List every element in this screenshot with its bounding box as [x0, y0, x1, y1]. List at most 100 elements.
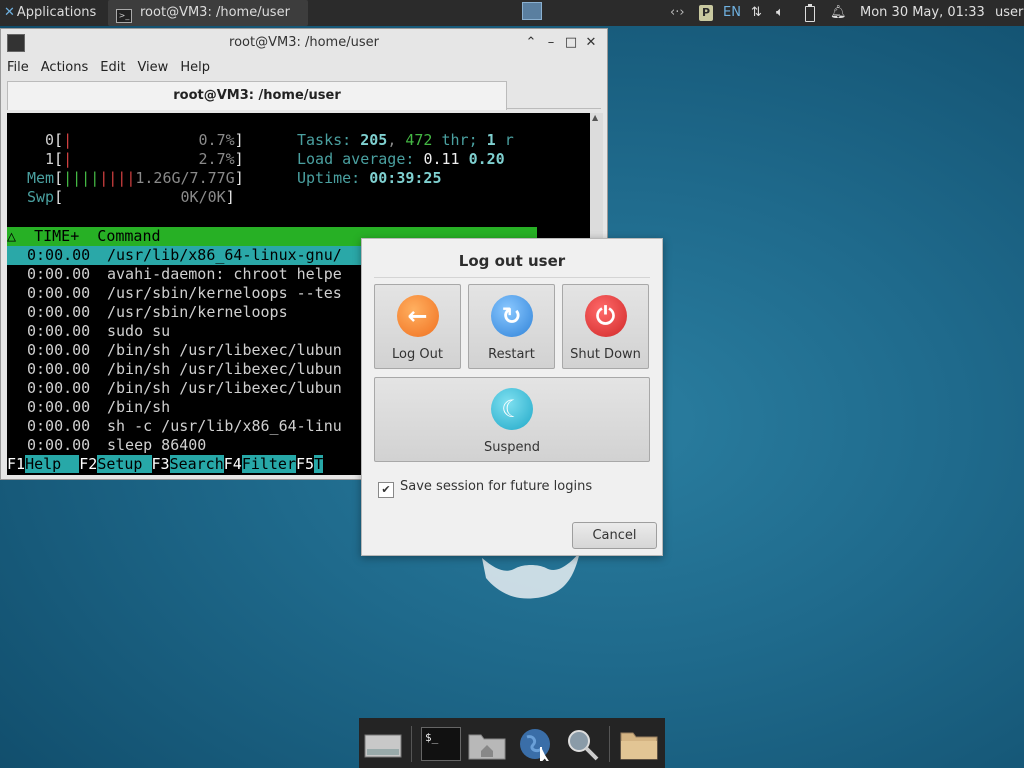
process-command: sudo su: [107, 322, 171, 340]
dock-separator: [609, 726, 610, 762]
fkey-f3[interactable]: F3: [152, 455, 170, 473]
applications-menu-label: Applications: [16, 5, 97, 20]
power-icon: ⏻: [584, 295, 627, 337]
taskbar-terminal-label: root@VM3: /home/user: [140, 5, 290, 20]
search-icon[interactable]: [563, 727, 603, 761]
terminal-launcher-icon[interactable]: $_: [421, 727, 461, 761]
process-time: 0:00.00: [27, 341, 91, 359]
menu-actions[interactable]: Actions: [35, 57, 95, 79]
menu-help[interactable]: Help: [174, 57, 216, 79]
process-command: avahi-daemon: chroot helpe: [107, 265, 342, 283]
fkey-f5[interactable]: F5: [296, 455, 314, 473]
process-command: /usr/sbin/kerneloops: [107, 303, 288, 321]
dialog-separator: [374, 277, 650, 278]
arrow-left-icon: ←: [396, 295, 439, 337]
logout-dialog: Log out user ← Log Out ↻ Restart ⏻ Shut …: [361, 238, 663, 556]
shutdown-button[interactable]: ⏻ Shut Down: [562, 284, 649, 369]
terminal-menubar: File Actions Edit View Help: [1, 57, 216, 79]
notification-bell-icon[interactable]: 🔔︎: [830, 0, 847, 26]
network-icon[interactable]: ⇅: [751, 0, 762, 26]
cancel-button[interactable]: Cancel: [572, 522, 657, 549]
restart-button-label: Restart: [488, 347, 535, 362]
bottom-dock: $_: [359, 718, 665, 768]
web-browser-icon[interactable]: [515, 727, 555, 761]
terminal-window-icon: [7, 34, 25, 52]
save-session-checkbox[interactable]: ✔: [378, 482, 394, 498]
cpu1-meter: 1[| 2.7%]: [45, 150, 244, 168]
terminal-icon: >_: [116, 9, 132, 23]
terminal-tab[interactable]: root@VM3: /home/user: [7, 81, 507, 110]
process-time: 0:00.00: [27, 284, 91, 302]
restart-button[interactable]: ↻ Restart: [468, 284, 555, 369]
process-command: /bin/sh /usr/libexec/lubun: [107, 379, 342, 397]
minimize-icon[interactable]: –: [541, 29, 561, 57]
process-header-label: △ TIME+ Command: [7, 227, 161, 245]
process-command: sleep 86400: [107, 436, 207, 454]
process-time: 0:00.00: [27, 303, 91, 321]
load-average-line: Load average: 0.11 0.20: [297, 150, 505, 168]
menu-file[interactable]: File: [1, 57, 35, 79]
menu-edit[interactable]: Edit: [94, 57, 131, 79]
network-arrows-icon[interactable]: ‹·›: [670, 0, 685, 26]
shade-icon[interactable]: ⌃: [521, 29, 541, 57]
close-icon[interactable]: ✕: [581, 29, 601, 57]
logout-button[interactable]: ← Log Out: [374, 284, 461, 369]
file-manager-icon[interactable]: [619, 727, 659, 761]
process-time: 0:00.00: [27, 246, 91, 264]
terminal-titlebar[interactable]: root@VM3: /home/user: [1, 29, 607, 57]
home-folder-icon[interactable]: [467, 727, 507, 761]
fkey-f1[interactable]: F1: [7, 455, 25, 473]
swap-meter: Swp[ 0K/0K]: [27, 188, 235, 206]
process-time: 0:00.00: [27, 398, 91, 416]
fkey-f4[interactable]: F4: [224, 455, 242, 473]
save-session-row[interactable]: ✔ Save session for future logins: [378, 477, 593, 498]
process-time: 0:00.00: [27, 379, 91, 397]
process-time: 0:00.00: [27, 417, 91, 435]
process-command: /usr/sbin/kerneloops --tes: [107, 284, 342, 302]
process-command: /bin/sh /usr/libexec/lubun: [107, 341, 342, 359]
process-command: sh -c /usr/lib/x86_64-linu: [107, 417, 342, 435]
process-time: 0:00.00: [27, 265, 91, 283]
process-command: /usr/lib/x86_64-linux-gnu/: [107, 246, 342, 264]
menu-view[interactable]: View: [131, 57, 174, 79]
tasks-line: Tasks: 205, 472 thr; 1 r: [297, 131, 514, 149]
shutdown-button-label: Shut Down: [570, 347, 641, 362]
process-command: /bin/sh: [107, 398, 171, 416]
clock[interactable]: Mon 30 May, 01:33: [860, 0, 985, 26]
fkey-search-label[interactable]: Search: [169, 455, 224, 473]
maximize-icon[interactable]: □: [561, 29, 581, 57]
fkey-setup-label[interactable]: Setup: [97, 455, 152, 473]
p-indicator-icon[interactable]: P: [699, 5, 713, 21]
cpu0-meter: 0[| 0.7%]: [45, 131, 244, 149]
restart-icon: ↻: [490, 295, 533, 337]
process-command: /bin/sh /usr/libexec/lubun: [107, 360, 342, 378]
terminal-title: root@VM3: /home/user: [229, 35, 379, 50]
top-panel: ✕ Applications >_ root@VM3: /home/user ‹·›…: [0, 0, 1024, 26]
window-controls: ⌃ – □ ✕: [521, 29, 601, 57]
xfce-logo-icon: ✕: [4, 5, 15, 20]
process-time: 0:00.00: [27, 360, 91, 378]
show-desktop-icon[interactable]: [363, 727, 403, 761]
logout-button-label: Log Out: [392, 347, 443, 362]
workspace-switcher-1[interactable]: [522, 2, 542, 20]
tab-divider: [506, 108, 601, 109]
battery-icon[interactable]: [805, 4, 815, 22]
fkey-tree-label[interactable]: T: [314, 455, 324, 473]
keyboard-layout-indicator[interactable]: EN: [723, 0, 741, 26]
user-menu[interactable]: user: [995, 0, 1023, 26]
process-time: 0:00.00: [27, 322, 91, 340]
moon-sleep-icon: ☾: [491, 388, 533, 430]
taskbar-terminal-button[interactable]: >_ root@VM3: /home/user: [108, 0, 308, 26]
process-time: 0:00.00: [27, 436, 91, 454]
fkey-f2[interactable]: F2: [79, 455, 97, 473]
volume-icon[interactable]: 🔈︎: [776, 0, 784, 26]
mem-meter: Mem[||||||||1.26G/7.77G]: [27, 169, 244, 187]
suspend-button[interactable]: ☾ Suspend: [374, 377, 650, 462]
applications-menu[interactable]: ✕ Applications: [0, 0, 108, 26]
fkey-help-label[interactable]: Help: [25, 455, 80, 473]
dock-separator: [411, 726, 412, 762]
uptime-line: Uptime: 00:39:25: [297, 169, 442, 187]
suspend-button-label: Suspend: [483, 440, 540, 455]
save-session-label: Save session for future logins: [400, 479, 593, 494]
fkey-filter-label[interactable]: Filter: [241, 455, 296, 473]
